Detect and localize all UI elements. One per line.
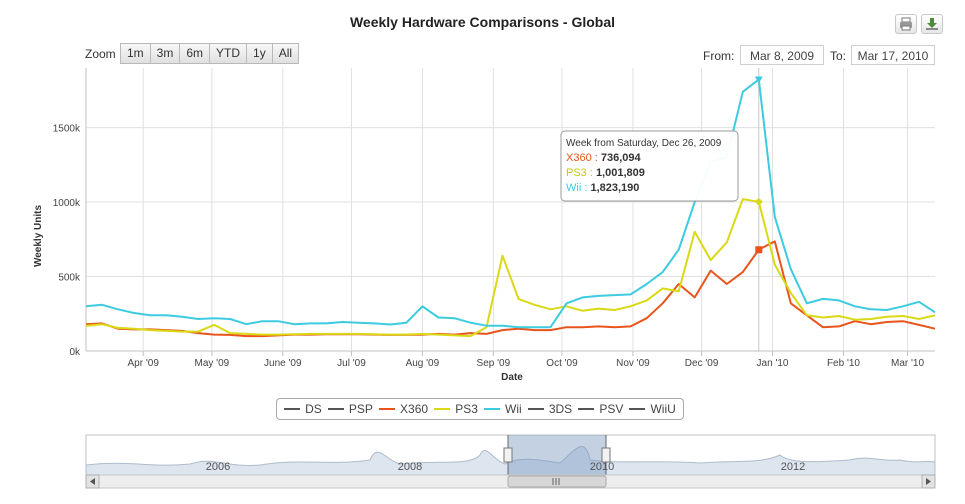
y-tick-label: 0k xyxy=(69,347,81,358)
legend-swatch xyxy=(284,408,301,410)
y-tick-label: 1000k xyxy=(53,198,81,209)
y-tick-label: 1500k xyxy=(53,124,81,135)
legend: DS PSP X360 PS3 Wii 3DS PSV WiiU xyxy=(276,398,684,420)
legend-item-psv[interactable]: PSV xyxy=(578,402,623,416)
legend-item-ds[interactable]: DS xyxy=(284,402,322,416)
x-tick-label: Aug '09 xyxy=(406,358,440,369)
navigator-year-label: 2012 xyxy=(781,461,805,473)
tooltip-row-ps3: PS3 : 1,001,809 xyxy=(566,167,645,179)
series-line-ps3 xyxy=(85,198,936,338)
legend-swatch xyxy=(327,408,344,410)
x-tick-label: June '09 xyxy=(264,358,302,369)
legend-swatch xyxy=(484,408,501,410)
series-line-wii xyxy=(85,78,936,329)
legend-swatch xyxy=(379,408,396,410)
navigator-year-label: 2008 xyxy=(398,461,422,473)
tooltip: Week from Saturday, Dec 26, 2009 X360 : … xyxy=(560,130,739,202)
legend-swatch xyxy=(578,408,595,410)
x-tick-label: Apr '09 xyxy=(128,358,160,369)
scrollbar-thumb[interactable] xyxy=(507,475,607,488)
legend-item-3ds[interactable]: 3DS xyxy=(527,402,572,416)
tooltip-header: Week from Saturday, Dec 26, 2009 xyxy=(566,138,722,149)
x-tick-label: Jan '10 xyxy=(757,358,789,369)
legend-item-ps3[interactable]: PS3 xyxy=(434,402,478,416)
navigator-year-label: 2010 xyxy=(590,461,614,473)
x-tick-label: Dec '09 xyxy=(685,358,719,369)
navigator-left-handle[interactable] xyxy=(503,447,513,463)
legend-item-x360[interactable]: X360 xyxy=(379,402,428,416)
navigator[interactable]: 2006 2008 2010 2012 xyxy=(0,430,965,500)
x-tick-label: Jul '09 xyxy=(337,358,366,369)
tooltip-row-wii: Wii : 1,823,190 xyxy=(566,182,639,194)
hover-marker-x360 xyxy=(755,246,763,254)
x-tick-label: Nov '09 xyxy=(616,358,650,369)
y-tick-label: 500k xyxy=(58,273,81,284)
x-axis-title: Date xyxy=(501,372,523,383)
legend-swatch xyxy=(527,408,544,410)
main-chart[interactable]: 0k 500k 1000k 1500k Apr '09 May '09 June '09 Ju… xyxy=(0,0,965,395)
navigator-year-label: 2006 xyxy=(206,461,230,473)
x-tick-label: Mar '10 xyxy=(891,358,924,369)
y-axis-title: Weekly Units xyxy=(33,205,44,267)
legend-item-wii[interactable]: Wii xyxy=(484,402,522,416)
series-line-x360 xyxy=(85,240,936,338)
legend-swatch xyxy=(434,408,451,410)
x-tick-label: May '09 xyxy=(195,358,230,369)
navigator-right-handle[interactable] xyxy=(601,447,611,463)
legend-item-wiiu[interactable]: WiiU xyxy=(629,402,676,416)
legend-swatch xyxy=(629,408,646,410)
x-tick-label: Sep '09 xyxy=(477,358,511,369)
x-tick-label: Oct '09 xyxy=(546,358,578,369)
tooltip-row-x360: X360 : 736,094 xyxy=(566,152,642,164)
legend-item-psp[interactable]: PSP xyxy=(327,402,373,416)
x-tick-label: Feb '10 xyxy=(827,358,860,369)
hover-marker-ps3 xyxy=(754,197,763,206)
